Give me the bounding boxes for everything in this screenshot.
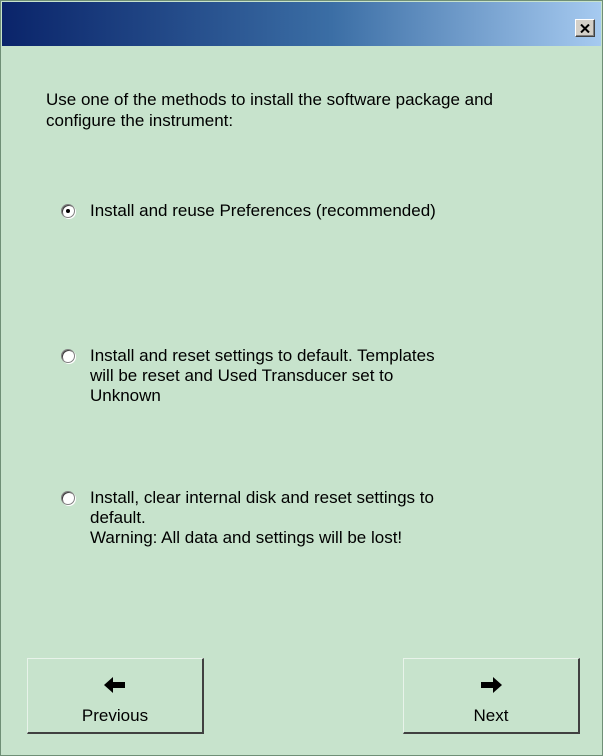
radio-clear-disk[interactable] [61,491,75,505]
option-label: Install and reuse Preferences (recommend… [90,201,436,220]
title-bar[interactable] [2,2,601,46]
option-clear-disk[interactable]: Install, clear internal disk and reset s… [61,488,561,548]
radio-reset-settings[interactable] [61,349,75,363]
next-button[interactable]: Next [403,658,580,734]
option-label: Install, clear internal disk and reset s… [90,488,434,547]
radio-reuse-preferences[interactable] [61,204,75,218]
option-reset-settings[interactable]: Install and reset settings to default. T… [61,346,561,406]
arrow-right-icon [481,677,502,693]
previous-label: Previous [81,706,149,725]
option-label: Install and reset settings to default. T… [90,346,435,405]
option-reuse-preferences[interactable]: Install and reuse Preferences (recommend… [61,201,561,221]
install-dialog: Use one of the methods to install the so… [0,0,603,756]
instructions-text: Use one of the methods to install the so… [46,90,493,130]
arrow-left-icon [104,677,125,693]
close-button[interactable] [575,19,595,37]
previous-button[interactable]: Previous [27,658,204,734]
close-icon [580,23,590,33]
next-label: Next [473,706,509,725]
